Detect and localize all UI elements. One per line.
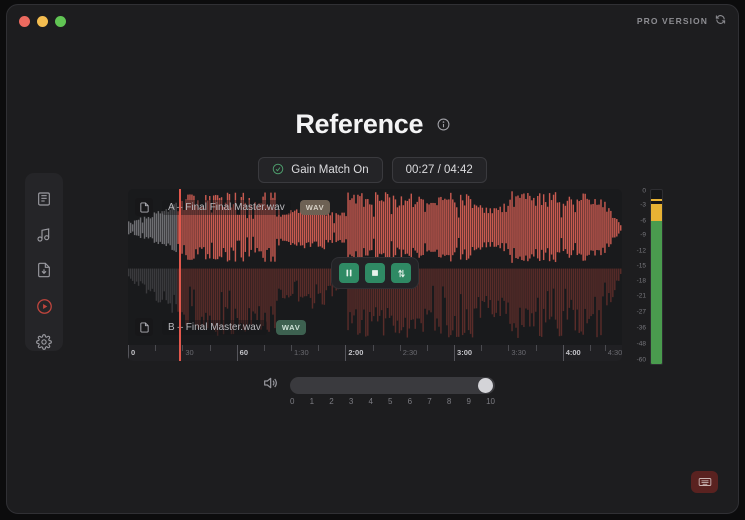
volume-control (262, 375, 495, 396)
meter-tick-label: -15 (636, 262, 646, 270)
ruler-label: 60 (239, 348, 249, 357)
minimize-button[interactable] (37, 15, 48, 27)
app-window: PRO VERSION Reference Gain Match On 00:2… (6, 4, 739, 514)
transport-controls (331, 257, 419, 289)
volume-scale-number: 7 (427, 397, 432, 406)
meter-peak-indicator (651, 199, 662, 201)
meter-tick-label: -60 (636, 356, 646, 364)
waveform-player[interactable]: A – Final Final Master.wav WAV B – Final… (128, 189, 622, 365)
track-b-meta: B – Final Master.wav WAV (135, 318, 307, 336)
swap-button[interactable] (391, 263, 411, 283)
check-circle-icon (272, 163, 284, 178)
volume-scale-number: 8 (446, 397, 452, 406)
close-button[interactable] (19, 15, 30, 27)
file-icon[interactable] (135, 318, 153, 336)
timeline-ruler[interactable]: 0 30 60 1:30 2:00 2:30 3:00 3:30 4:00 4:30 (128, 345, 622, 361)
meter-tick-label: -48 (636, 340, 646, 348)
titlebar: PRO VERSION (7, 5, 738, 37)
file-icon[interactable] (135, 198, 153, 216)
ruler-tick (209, 345, 211, 351)
track-a-format-badge: WAV (299, 199, 331, 215)
meter-tick-label: -6 (640, 217, 646, 225)
refresh-icon[interactable] (715, 12, 726, 30)
pro-version-label: PRO VERSION (636, 16, 708, 26)
ruler-tick (589, 345, 591, 351)
playhead[interactable] (179, 189, 181, 345)
pause-button[interactable] (339, 263, 359, 283)
ruler-tick (535, 345, 537, 351)
meter-tick-label: -12 (636, 247, 646, 255)
meter-tick-label: -18 (636, 277, 646, 285)
maximize-button[interactable] (55, 15, 66, 27)
volume-scale-number: 1 (309, 397, 315, 406)
track-a-name: A – Final Final Master.wav (162, 199, 291, 215)
sidebar-item-player[interactable] (33, 297, 55, 316)
volume-scale-number: 2 (329, 397, 334, 406)
volume-scale-number: 6 (407, 397, 413, 406)
meter-tick-label: 0 (642, 187, 646, 195)
stop-button[interactable] (365, 263, 385, 283)
volume-scale-number: 3 (348, 397, 354, 406)
waveform-track-a[interactable]: A – Final Final Master.wav WAV (128, 189, 622, 267)
info-icon[interactable] (437, 118, 450, 136)
ruler-tick (263, 345, 265, 351)
volume-slider-handle[interactable] (478, 378, 493, 393)
traffic-lights (19, 15, 66, 27)
sidebar (25, 173, 63, 351)
track-b-format-badge: WAV (275, 319, 307, 335)
ruler-label: 0 (131, 348, 136, 357)
volume-scale-number: 5 (388, 397, 393, 406)
volume-slider[interactable] (290, 377, 495, 394)
level-meter: 0 -3 -6 -9 -12 -15 -18 -21 -27 -36 -48 -60 (630, 187, 670, 365)
ruler-label: 30 (185, 348, 194, 357)
sidebar-item-library[interactable] (33, 190, 55, 209)
sidebar-item-music[interactable] (33, 226, 55, 245)
volume-scale-number: 0 (290, 397, 295, 406)
meter-tick-label: -9 (640, 231, 646, 239)
ruler-label: 3:00 (457, 348, 473, 357)
track-b-name: B – Final Master.wav (162, 319, 267, 335)
gain-match-button[interactable]: Gain Match On (258, 157, 383, 183)
pro-version-area[interactable]: PRO VERSION (637, 12, 726, 30)
ruler-label: 3:30 (511, 348, 526, 357)
meter-tick-label: -36 (636, 324, 646, 332)
sidebar-item-export[interactable] (33, 261, 55, 280)
ruler-tick (372, 345, 374, 351)
meter-scale: 0 -3 -6 -9 -12 -15 -18 -21 -27 -36 -48 -60 (630, 187, 646, 365)
meter-bar (650, 189, 663, 365)
meter-tick-label: -27 (636, 308, 646, 316)
volume-scale-number: 10 (486, 397, 495, 406)
ruler-tick (426, 345, 428, 351)
ruler-label: 4:30 (607, 348, 622, 357)
ruler-label: 2:00 (348, 348, 364, 357)
sidebar-item-settings[interactable] (33, 332, 55, 351)
ruler-label: 4:00 (565, 348, 581, 357)
meter-tick-label: -3 (640, 201, 646, 209)
time-label: 00:27 / 04:42 (405, 164, 473, 176)
ruler-tick (155, 345, 157, 351)
volume-scale: 0 1 2 3 4 5 6 7 8 9 10 (290, 397, 495, 406)
speaker-icon[interactable] (262, 375, 278, 396)
ruler-playhead (179, 345, 181, 361)
track-a-meta: A – Final Final Master.wav WAV (135, 198, 331, 216)
heading-block: Reference (7, 109, 738, 140)
meter-tick-label: -21 (636, 292, 646, 300)
meter-fill-yellow (651, 203, 662, 222)
ruler-tick (318, 345, 320, 351)
volume-scale-number: 4 (368, 397, 373, 406)
volume-scale-number: 9 (466, 397, 471, 406)
gain-match-label: Gain Match On (291, 164, 369, 176)
time-display: 00:27 / 04:42 (391, 157, 487, 183)
page-title: Reference (295, 109, 424, 139)
status-pill-row: Gain Match On 00:27 / 04:42 (7, 157, 738, 183)
meter-fill-green (651, 221, 662, 364)
ruler-label: 1:30 (294, 348, 309, 357)
keyboard-shortcuts-button[interactable] (691, 471, 718, 493)
ruler-label: 2:30 (402, 348, 418, 357)
ruler-tick (481, 345, 483, 351)
